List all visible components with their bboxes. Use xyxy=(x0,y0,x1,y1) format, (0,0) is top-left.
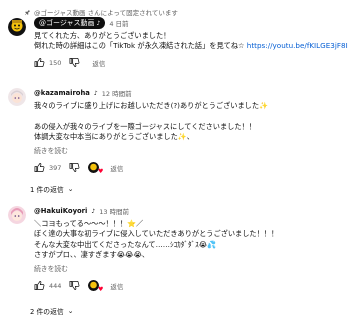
dislike-icon[interactable] xyxy=(69,57,80,68)
creator-heart: ♥ xyxy=(88,161,104,175)
comment-text-line: 倒れた時の詳細はこの「TikTok が永久凍結された話」を見てね☆ https:… xyxy=(34,41,348,51)
like-count: 444 xyxy=(49,281,62,290)
creator-heart: ♥ xyxy=(88,279,104,293)
verified-icon: ♪ xyxy=(96,19,101,27)
author-name[interactable]: @HakuiKoyori xyxy=(34,207,87,215)
author-name[interactable]: @kazamairoha xyxy=(34,89,90,97)
comment-time[interactable]: 12 時間前 xyxy=(102,88,132,98)
pin-icon xyxy=(24,9,31,15)
comment-text-line: さすがプロ、、凄すぎます😭😭😭、 xyxy=(34,250,150,260)
avatar[interactable] xyxy=(8,206,26,224)
comment-link[interactable]: https://youtu.be/fKILGE3jF8I xyxy=(247,41,348,50)
comment-text-line: 体調大変な中本当にありがとうございました✨、 xyxy=(34,132,194,142)
comment-text-line xyxy=(34,111,350,121)
author-name: @ゴージャス動画 xyxy=(39,19,95,27)
chevron-down-icon: ⌄ xyxy=(67,307,74,315)
comment-text-line: 見てくれた方、ありがとうございました！ xyxy=(34,31,171,40)
like-icon[interactable] xyxy=(34,57,45,68)
dislike-icon[interactable] xyxy=(69,162,80,173)
pinned-label: @ゴージャス動画 さんによって固定されています xyxy=(24,7,178,17)
replies-toggle[interactable]: 1 件の返信 ⌄ xyxy=(30,184,73,194)
like-icon[interactable] xyxy=(34,162,45,173)
like-count: 150 xyxy=(49,58,62,67)
replies-toggle[interactable]: 2 件の返信 ⌄ xyxy=(30,306,73,316)
heart-icon: ♥ xyxy=(98,285,104,293)
music-note-icon: ♪ xyxy=(93,89,98,97)
comment-time[interactable]: 13 時間前 xyxy=(99,206,129,216)
comment-time[interactable]: 4 日前 xyxy=(109,18,128,28)
like-icon[interactable] xyxy=(34,280,45,291)
like-count: 397 xyxy=(49,163,62,172)
replies-count: 2 件の返信 xyxy=(30,308,64,316)
chevron-down-icon: ⌄ xyxy=(67,185,74,193)
dislike-icon[interactable] xyxy=(69,280,80,291)
comment-text-line: ぼく達の大事な初ライブに侵入していただきありがとうございました！！！ xyxy=(34,229,279,239)
heart-icon: ♥ xyxy=(98,167,104,175)
reply-button[interactable]: 返信 xyxy=(92,58,105,68)
read-more-link[interactable]: 続きを読む xyxy=(34,263,350,273)
comment-text-line: あの侵入が我々のライブを一際ゴージャスにしてくださいました！！ xyxy=(34,121,256,131)
avatar[interactable] xyxy=(8,88,26,106)
music-note-icon: ♪ xyxy=(91,207,96,215)
read-more-link[interactable]: 続きを読む xyxy=(34,145,350,155)
comment-text-line: ＼コヨもってる〜〜〜！！！⭐／ xyxy=(34,219,144,228)
reply-button[interactable]: 返信 xyxy=(110,281,123,291)
comment-text-line: 我々のライブに盛り上げにお越しいただき(?)ありがとうございました✨ xyxy=(34,101,269,110)
reply-button[interactable]: 返信 xyxy=(110,163,123,173)
author-chip[interactable]: @ゴージャス動画 ♪ xyxy=(34,17,106,29)
comment-text-line: そんな大変な中出てくださったなんて……ｼｺｶﾀﾞﾀﾞｽ😭💦 xyxy=(34,239,217,249)
avatar[interactable] xyxy=(8,18,26,36)
replies-count: 1 件の返信 xyxy=(30,186,64,194)
pinned-text: @ゴージャス動画 さんによって固定されています xyxy=(34,9,178,17)
